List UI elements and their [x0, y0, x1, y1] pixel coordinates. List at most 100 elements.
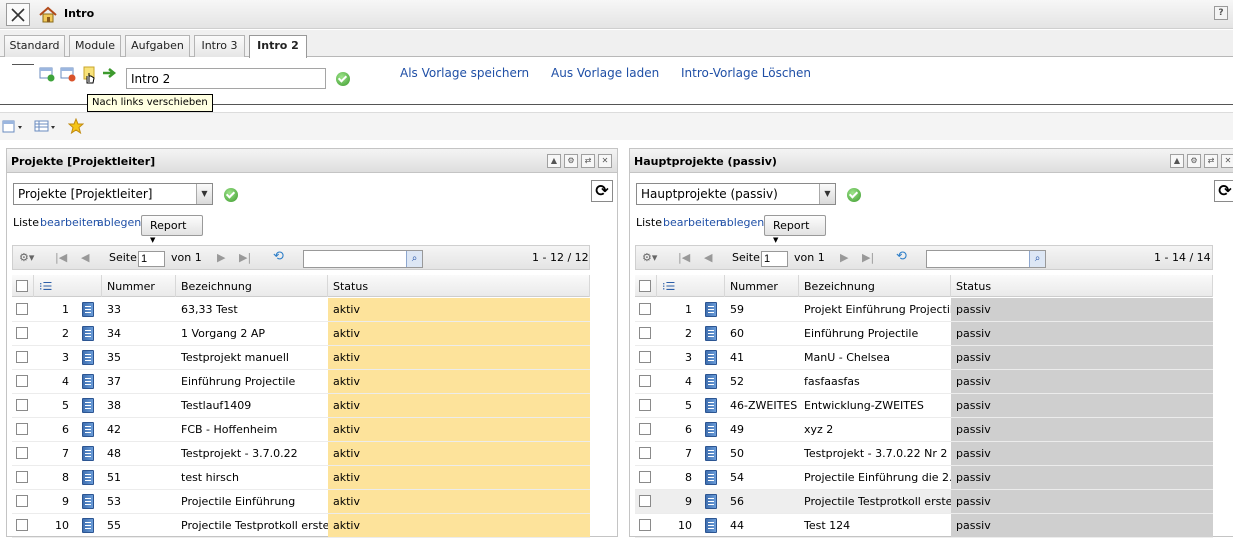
table-row[interactable]: 3 41 ManU - Chelsea passiv	[635, 346, 1213, 370]
report-button[interactable]: Report ▼	[764, 215, 826, 244]
table-row[interactable]: 6 42 FCB - Hoffenheim aktiv	[12, 418, 590, 442]
row-number-header[interactable]: ⁝☰	[34, 275, 102, 297]
row-number-header[interactable]: ⁝☰	[657, 275, 725, 297]
table-row[interactable]: 1 59 Projekt Einführung Projectile passiv	[635, 298, 1213, 322]
document-icon[interactable]	[82, 302, 94, 317]
row-checkbox[interactable]	[639, 375, 651, 387]
gear-icon[interactable]: ⚙▾	[642, 251, 657, 264]
row-checkbox[interactable]	[16, 351, 28, 363]
row-checkbox[interactable]	[639, 399, 651, 411]
document-icon[interactable]	[82, 326, 94, 341]
collapse-button[interactable]: ▲	[547, 154, 561, 168]
table-row[interactable]: 2 60 Einführung Projectile passiv	[635, 322, 1213, 346]
edit-list-link[interactable]: bearbeiten	[40, 216, 100, 229]
page-input[interactable]	[761, 251, 788, 267]
document-icon[interactable]	[82, 518, 94, 533]
row-checkbox[interactable]	[639, 447, 651, 459]
last-page-icon[interactable]: ▶|	[239, 251, 251, 264]
first-page-icon[interactable]: |◀	[678, 251, 690, 264]
grid-search-input[interactable]: ⌕	[303, 250, 423, 268]
document-icon[interactable]	[705, 326, 717, 341]
help-button[interactable]: ?	[1214, 6, 1228, 20]
row-checkbox[interactable]	[639, 519, 651, 531]
settings-button[interactable]: ⚙	[1187, 154, 1201, 168]
document-icon[interactable]	[82, 398, 94, 413]
row-checkbox[interactable]	[639, 327, 651, 339]
next-page-icon[interactable]: ▶	[217, 251, 225, 264]
col-header-nummer[interactable]: Nummer	[725, 275, 799, 297]
col-header-bezeichnung[interactable]: Bezeichnung	[799, 275, 951, 297]
reload-button[interactable]: ⟳	[591, 180, 613, 202]
document-icon[interactable]	[705, 374, 717, 389]
next-page-icon[interactable]: ▶	[840, 251, 848, 264]
col-header-nummer[interactable]: Nummer	[102, 275, 176, 297]
edit-list-link[interactable]: bearbeiten	[663, 216, 723, 229]
document-icon[interactable]	[82, 422, 94, 437]
col-header-bezeichnung[interactable]: Bezeichnung	[176, 275, 328, 297]
tab-aufgaben[interactable]: Aufgaben	[125, 35, 190, 57]
tab-intro-2[interactable]: Intro 2	[249, 35, 307, 58]
grid-search-input[interactable]: ⌕	[926, 250, 1046, 268]
row-checkbox[interactable]	[16, 375, 28, 387]
refresh-icon[interactable]: ⟲	[273, 249, 284, 264]
table-row[interactable]: 8 51 test hirsch aktiv	[12, 466, 590, 490]
table-row[interactable]: 10 55 Projectile Testprotkoll erstellenakt…	[12, 514, 590, 538]
close-panel-button[interactable]: ✕	[1221, 154, 1233, 168]
document-icon[interactable]	[82, 446, 94, 461]
row-checkbox[interactable]	[639, 423, 651, 435]
new-view-icon[interactable]	[2, 119, 22, 135]
document-icon[interactable]	[82, 374, 94, 389]
table-row[interactable]: 1 33 63,33 Test aktiv	[12, 298, 590, 322]
document-icon[interactable]	[705, 398, 717, 413]
confirm-icon[interactable]	[336, 72, 350, 86]
last-page-icon[interactable]: ▶|	[862, 251, 874, 264]
row-checkbox[interactable]	[16, 399, 28, 411]
table-row[interactable]: 3 35 Testprojekt manuell aktiv	[12, 346, 590, 370]
page-input[interactable]	[138, 251, 165, 267]
document-icon[interactable]	[705, 518, 717, 533]
row-checkbox[interactable]	[639, 303, 651, 315]
report-button[interactable]: Report ▼	[141, 215, 203, 244]
document-icon[interactable]	[705, 350, 717, 365]
table-row[interactable]: 5 38 Testlauf1409 aktiv	[12, 394, 590, 418]
document-icon[interactable]	[705, 422, 717, 437]
tab-module[interactable]: Module	[69, 35, 121, 57]
gear-icon[interactable]: ⚙▾	[19, 251, 34, 264]
delete-template-link[interactable]: Intro-Vorlage Löschen	[681, 66, 811, 80]
favorite-star-icon[interactable]	[67, 117, 85, 135]
add-column-icon[interactable]	[39, 66, 55, 82]
search-icon[interactable]: ⌕	[1029, 251, 1045, 267]
select-all-checkbox[interactable]	[639, 280, 651, 292]
table-row[interactable]: 4 37 Einführung Projectile aktiv	[12, 370, 590, 394]
tab-standard[interactable]: Standard	[4, 35, 65, 57]
row-checkbox[interactable]	[639, 351, 651, 363]
row-checkbox[interactable]	[639, 471, 651, 483]
confirm-icon[interactable]	[847, 188, 861, 202]
load-template-link[interactable]: Aus Vorlage laden	[551, 66, 659, 80]
row-checkbox[interactable]	[16, 447, 28, 459]
row-checkbox[interactable]	[16, 327, 28, 339]
document-icon[interactable]	[705, 446, 717, 461]
save-template-link[interactable]: Als Vorlage speichern	[400, 66, 529, 80]
tab-intro-3[interactable]: Intro 3	[194, 35, 245, 57]
refresh-icon[interactable]: ⟲	[896, 249, 907, 264]
row-checkbox[interactable]	[16, 423, 28, 435]
document-icon[interactable]	[82, 350, 94, 365]
table-row[interactable]: 2 34 1 Vorgang 2 AP aktiv	[12, 322, 590, 346]
intro-name-input[interactable]	[126, 68, 326, 89]
col-header-status[interactable]: Status	[328, 275, 590, 297]
close-panel-button[interactable]: ✕	[598, 154, 612, 168]
document-icon[interactable]	[82, 494, 94, 509]
table-row[interactable]: 6 49 xyz 2 passiv	[635, 418, 1213, 442]
row-checkbox[interactable]	[16, 495, 28, 507]
row-checkbox[interactable]	[16, 303, 28, 315]
table-row[interactable]: 5 46-ZWEITES Entwicklung-ZWEITES passiv	[635, 394, 1213, 418]
table-row[interactable]: 7 50 Testprojekt - 3.7.0.22 Nr 2 passiv	[635, 442, 1213, 466]
prev-page-icon[interactable]: ◀	[81, 251, 89, 264]
move-left-icon[interactable]	[81, 66, 97, 84]
document-icon[interactable]	[82, 470, 94, 485]
table-row[interactable]: 7 48 Testprojekt - 3.7.0.22 aktiv	[12, 442, 590, 466]
col-header-status[interactable]: Status	[951, 275, 1213, 297]
document-icon[interactable]	[705, 302, 717, 317]
table-row[interactable]: 9 53 Projectile Einführung aktiv	[12, 490, 590, 514]
